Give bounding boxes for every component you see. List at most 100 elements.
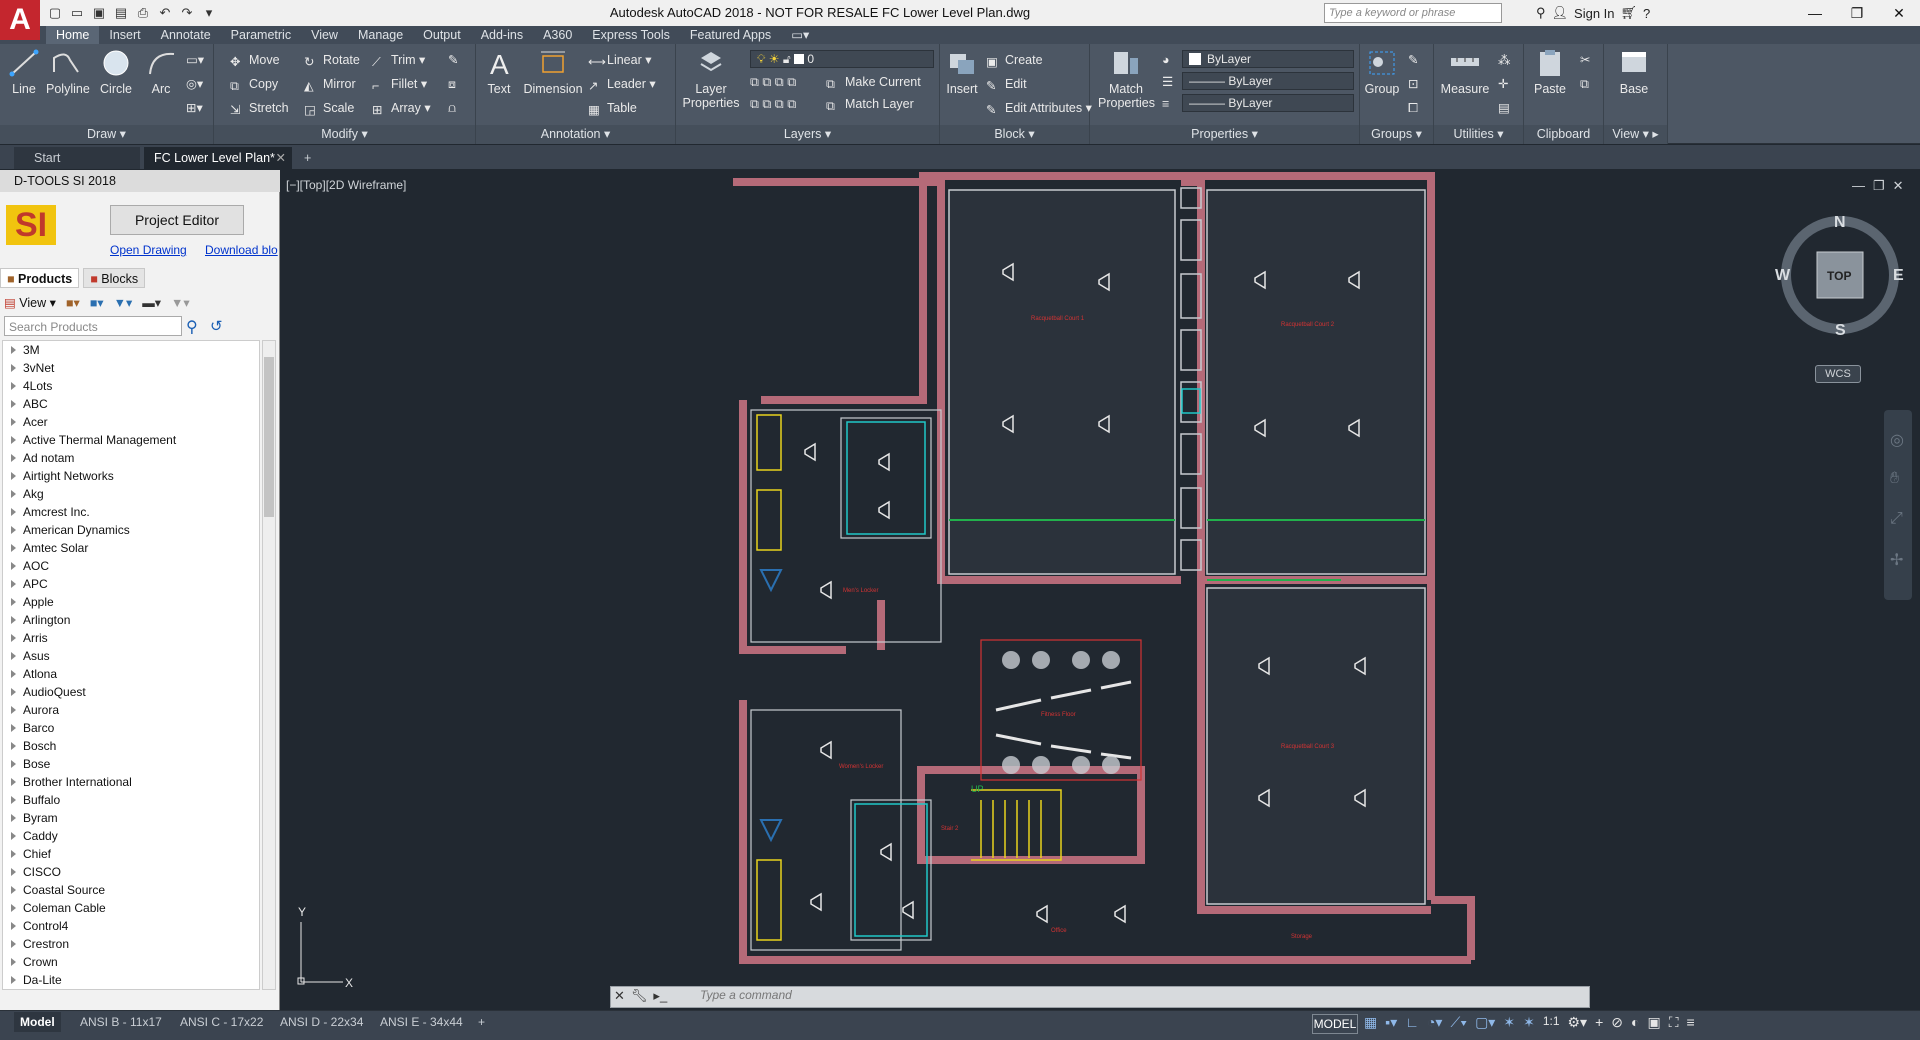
- tab-home[interactable]: Home: [46, 26, 100, 44]
- tab-start[interactable]: Start: [14, 147, 140, 169]
- offset-icon[interactable]: ⩍: [448, 98, 456, 118]
- text-button[interactable]: A Text: [484, 48, 514, 96]
- color-dropdown[interactable]: ByLayer: [1182, 50, 1354, 68]
- manufacturer-item[interactable]: Akg: [3, 485, 259, 503]
- annotation-panel-title[interactable]: Annotation ▾: [476, 125, 675, 144]
- point-icon[interactable]: ✛: [1498, 74, 1508, 94]
- scale-button[interactable]: ◲ Scale: [304, 98, 354, 118]
- manufacturer-scrollbar[interactable]: [262, 340, 276, 990]
- manufacturer-item[interactable]: Buffalo: [3, 791, 259, 809]
- annotation-scale-value[interactable]: 1:1: [1543, 1014, 1560, 1034]
- close-icon[interactable]: ✕: [1878, 0, 1920, 26]
- redo-icon[interactable]: ↷: [178, 4, 196, 22]
- grid-icon[interactable]: ▦: [1364, 1014, 1377, 1034]
- search-products-input[interactable]: Search Products: [4, 316, 182, 336]
- customization-menu-icon[interactable]: ≡: [1687, 1014, 1695, 1034]
- manufacturer-item[interactable]: Control4: [3, 917, 259, 935]
- move-button[interactable]: ✥ Move: [230, 50, 280, 70]
- table-button[interactable]: ▦ Table: [588, 98, 637, 118]
- compass-east[interactable]: E: [1893, 267, 1904, 285]
- object-snap-icon[interactable]: ▢▾: [1475, 1014, 1495, 1034]
- manufacturer-item[interactable]: American Dynamics: [3, 521, 259, 539]
- linetype-dropdown[interactable]: ——— ByLayer: [1182, 72, 1354, 90]
- manufacturer-item[interactable]: Aurora: [3, 701, 259, 719]
- manufacturer-item[interactable]: Crown: [3, 953, 259, 971]
- tab-insert[interactable]: Insert: [99, 26, 150, 44]
- manufacturer-item[interactable]: AOC: [3, 557, 259, 575]
- manufacturer-item[interactable]: 3vNet: [3, 359, 259, 377]
- tab-products[interactable]: ■ Products: [0, 268, 80, 288]
- layout-tab-ansi-e[interactable]: ANSI E - 34x44: [374, 1012, 469, 1032]
- polar-icon[interactable]: ◔▾: [1427, 1014, 1442, 1034]
- measure-button[interactable]: Measure: [1438, 48, 1492, 96]
- command-history-icon[interactable]: ▸_: [653, 988, 667, 1006]
- modify-panel-title[interactable]: Modify ▾: [214, 125, 475, 144]
- ribbon-display-toggle-icon[interactable]: ▭▾: [781, 26, 819, 44]
- help-search-input[interactable]: Type a keyword or phrase: [1324, 3, 1502, 23]
- insert-button[interactable]: Insert: [944, 48, 980, 96]
- layer-tools-row-1[interactable]: ⧉ ⧉ ⧉ ⧉: [750, 72, 796, 92]
- new-tab-icon[interactable]: +: [296, 147, 319, 169]
- save-icon[interactable]: ▣: [90, 4, 108, 22]
- manufacturer-item[interactable]: Atlona: [3, 665, 259, 683]
- command-settings-icon[interactable]: 🔧︎: [631, 988, 648, 1006]
- viewcube[interactable]: N S E W TOP: [1775, 210, 1905, 340]
- manufacturer-item[interactable]: Da-Lite: [3, 971, 259, 989]
- manufacturer-item[interactable]: AudioQuest: [3, 683, 259, 701]
- cut-icon[interactable]: ✂: [1580, 50, 1590, 70]
- manufacturer-item[interactable]: Coastal Source: [3, 881, 259, 899]
- polyline-button[interactable]: Polyline: [46, 48, 90, 96]
- manufacturer-item[interactable]: APC: [3, 575, 259, 593]
- viewport-close-icon[interactable]: ✕: [1893, 178, 1904, 194]
- stretch-button[interactable]: ⇲ Stretch: [230, 98, 289, 118]
- annotation-visibility-icon[interactable]: ✶: [1503, 1014, 1515, 1034]
- edit-block-button[interactable]: ✎ Edit: [986, 74, 1027, 94]
- restore-icon[interactable]: ❐: [1836, 0, 1878, 26]
- layer-tools-row-2[interactable]: ⧉ ⧉ ⧉ ⧉: [750, 94, 796, 114]
- array-button[interactable]: ⊞ Array ▾: [372, 98, 431, 118]
- manufacturer-item[interactable]: 4Lots: [3, 377, 259, 395]
- fillet-button[interactable]: ⌐ Fillet ▾: [372, 74, 427, 94]
- download-blocks-link[interactable]: Download blo: [205, 243, 279, 257]
- quick-select-icon[interactable]: ⁂: [1498, 50, 1511, 70]
- rotate-button[interactable]: ↻ Rotate: [304, 50, 360, 70]
- manufacturer-item[interactable]: Apple: [3, 593, 259, 611]
- sign-in-area[interactable]: ⚲ 👤︎ Sign In 🛒︎ ?: [1536, 5, 1650, 21]
- viewcube-top-face[interactable]: TOP: [1827, 269, 1851, 283]
- groups-panel-title[interactable]: Groups ▾: [1360, 125, 1433, 144]
- hatch-tool-icon[interactable]: ◎▾: [186, 74, 203, 94]
- minimize-icon[interactable]: —: [1794, 0, 1836, 26]
- manufacturer-item[interactable]: Amtec Solar: [3, 539, 259, 557]
- match-layer-button[interactable]: ⧉ Match Layer: [826, 94, 914, 114]
- new-file-icon[interactable]: ▢: [46, 4, 64, 22]
- utilities-panel-title[interactable]: Utilities ▾: [1434, 125, 1523, 144]
- group-button[interactable]: Group: [1364, 48, 1400, 96]
- copy-clip-icon[interactable]: ⧉: [1580, 74, 1589, 94]
- hardware-accel-icon[interactable]: ▣: [1647, 1014, 1660, 1034]
- network-icon[interactable]: ■▾: [90, 295, 104, 310]
- qat-dropdown-icon[interactable]: ▾: [200, 4, 218, 22]
- tab-output[interactable]: Output: [413, 26, 471, 44]
- linear-button[interactable]: ⟷Linear ▾: [588, 50, 652, 70]
- ortho-icon[interactable]: ∟: [1405, 1014, 1419, 1034]
- make-current-button[interactable]: ⧉ Make Current: [826, 72, 921, 92]
- paste-button[interactable]: Paste: [1530, 48, 1570, 96]
- viewport-restore-icon[interactable]: ❐: [1873, 178, 1885, 194]
- tab-featured-apps[interactable]: Featured Apps: [680, 26, 781, 44]
- open-folder-icon[interactable]: ▭: [68, 4, 86, 22]
- isolate-objects-icon[interactable]: ◐: [1631, 1014, 1639, 1034]
- undo-icon[interactable]: ↶: [156, 4, 174, 22]
- layout-tab-ansi-d[interactable]: ANSI D - 22x34: [274, 1012, 369, 1032]
- wcs-menu[interactable]: WCS: [1815, 365, 1861, 383]
- compass-west[interactable]: W: [1775, 267, 1790, 285]
- zoom-extents-icon[interactable]: ⤢: [1890, 510, 1903, 528]
- color-wheel-icon[interactable]: ◕: [1162, 50, 1170, 70]
- dimension-button[interactable]: Dimension: [522, 48, 584, 96]
- manufacturer-item[interactable]: Acer: [3, 413, 259, 431]
- ungroup-icon[interactable]: ✎: [1408, 50, 1418, 70]
- manufacturer-item[interactable]: 3M: [3, 341, 259, 359]
- clipboard-panel-title[interactable]: Clipboard: [1524, 125, 1603, 144]
- manufacturer-item[interactable]: Byram: [3, 809, 259, 827]
- manufacturer-item[interactable]: Airtight Networks: [3, 467, 259, 485]
- region-tool-icon[interactable]: ⊞▾: [186, 98, 203, 118]
